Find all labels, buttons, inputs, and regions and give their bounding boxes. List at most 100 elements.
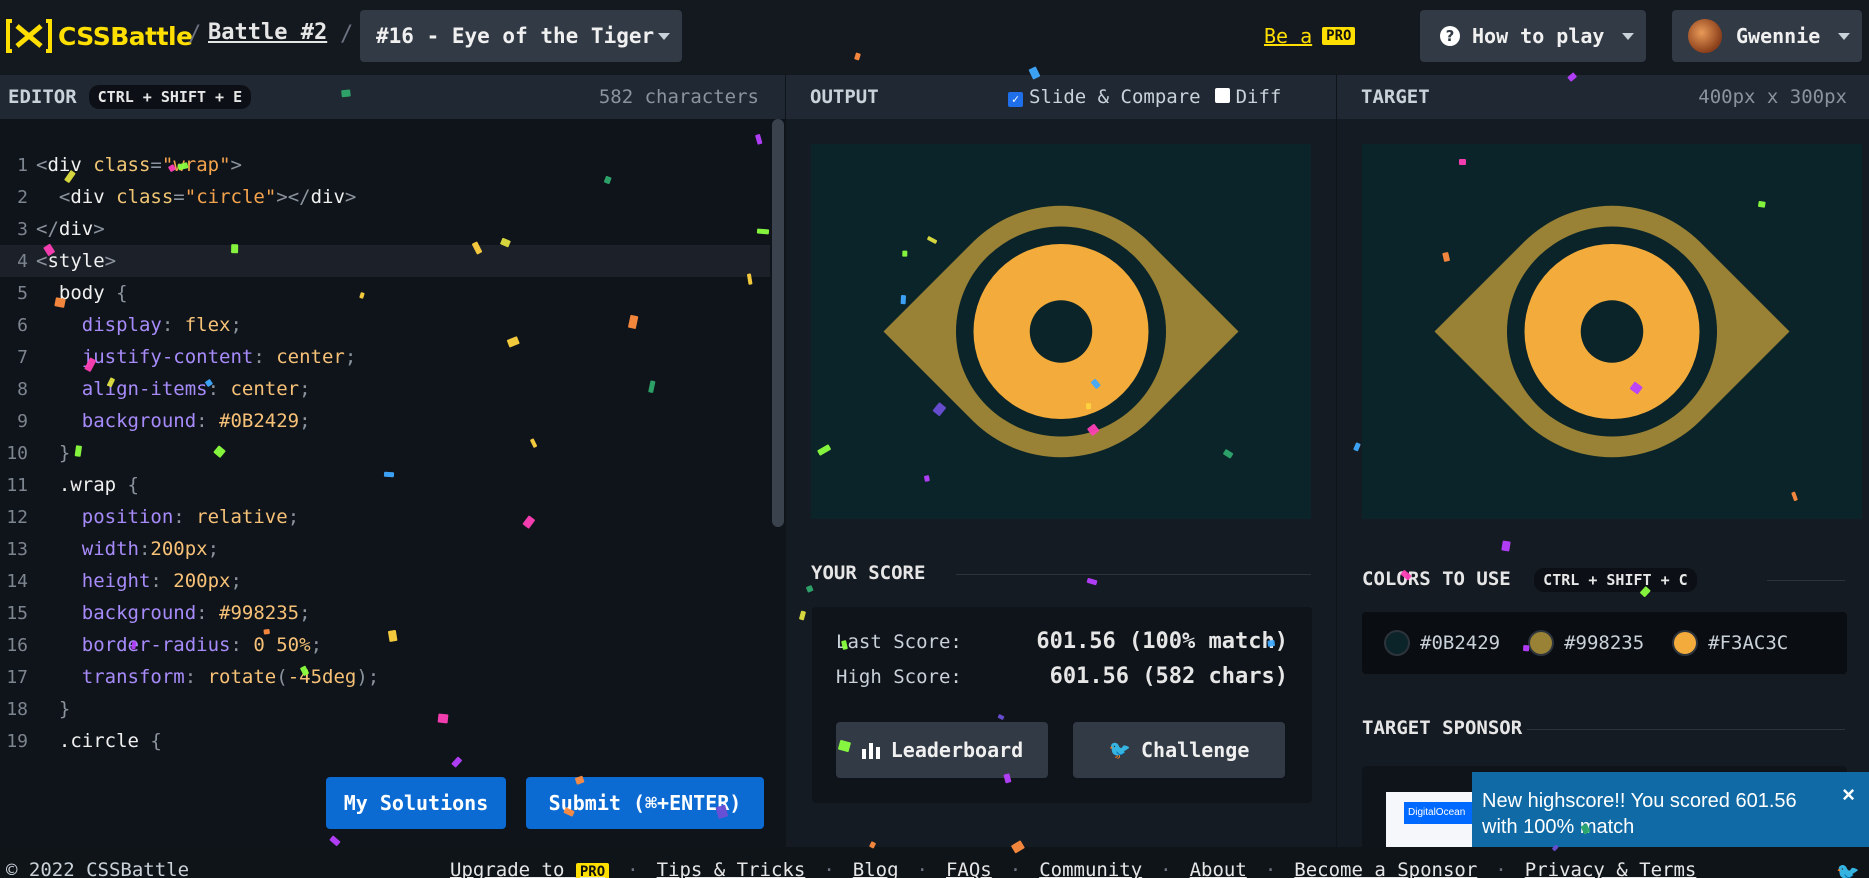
code-line[interactable]: 12 position: relative; bbox=[0, 501, 770, 533]
code-line[interactable]: 9 background: #0B2429; bbox=[0, 405, 770, 437]
confetti-piece bbox=[923, 475, 930, 483]
submit-button[interactable]: Submit (⌘+ENTER) bbox=[526, 777, 764, 829]
target-canvas[interactable] bbox=[1362, 144, 1862, 519]
line-number: 8 bbox=[17, 378, 28, 400]
diff-toggle[interactable]: Diff bbox=[1214, 86, 1281, 108]
color-swatch-item[interactable]: #F3AC3C bbox=[1672, 630, 1788, 656]
footer-link[interactable]: Tips & Tricks bbox=[657, 859, 806, 878]
sponsor-title: TARGET SPONSOR bbox=[1362, 717, 1523, 739]
high-score-label: High Score: bbox=[836, 665, 962, 688]
code-lines[interactable]: 1 < div class = "wrap" >2 < div class = "circle"… bbox=[0, 149, 770, 757]
be-a-pro-link[interactable]: Be a PRO bbox=[1264, 24, 1356, 48]
code-token: { bbox=[116, 282, 128, 304]
code-line[interactable]: 1 < div class = "wrap" > bbox=[0, 149, 770, 181]
close-icon[interactable]: × bbox=[1842, 782, 1855, 808]
leaderboard-button[interactable]: Leaderboard bbox=[836, 722, 1048, 778]
color-hex[interactable]: #998235 bbox=[1564, 632, 1644, 654]
target-select[interactable]: #16 - Eye of the Tiger bbox=[360, 10, 682, 62]
footer-separator: · bbox=[1264, 859, 1277, 878]
color-hex[interactable]: #0B2429 bbox=[1420, 632, 1500, 654]
line-number: 14 bbox=[6, 570, 28, 592]
how-to-play-button[interactable]: ? How to play bbox=[1420, 10, 1646, 62]
code-token: ; bbox=[287, 506, 300, 528]
code-line[interactable]: 5 body { bbox=[0, 277, 770, 309]
code-token: ; bbox=[344, 346, 357, 368]
code-token: center bbox=[276, 346, 345, 368]
battle-link[interactable]: Battle #2 bbox=[208, 20, 327, 45]
output-canvas[interactable] bbox=[811, 144, 1311, 519]
footer-link[interactable]: FAQs bbox=[946, 859, 992, 878]
avatar bbox=[1688, 19, 1722, 53]
footer-link-upgrade[interactable]: Upgrade to PRO bbox=[450, 859, 610, 878]
leaderboard-label: Leaderboard bbox=[890, 738, 1024, 762]
code-line[interactable]: 19 .circle { bbox=[0, 725, 770, 757]
code-line[interactable]: 7 justify-content: center; bbox=[0, 341, 770, 373]
code-token: < bbox=[36, 186, 71, 208]
code-token: > bbox=[344, 186, 357, 208]
slide-compare-toggle[interactable]: Slide & Compare bbox=[1008, 86, 1201, 108]
code-line[interactable]: 4 < style > bbox=[0, 245, 770, 277]
line-number: 5 bbox=[17, 282, 28, 304]
checkbox-checked-icon[interactable] bbox=[1008, 91, 1023, 107]
code-token: "circle" bbox=[184, 186, 277, 208]
footer-separator: · bbox=[1160, 859, 1172, 878]
logo-text: CSSBattle bbox=[58, 21, 193, 51]
code-token: -45deg bbox=[287, 666, 357, 688]
color-swatch-item[interactable]: #0B2429 bbox=[1384, 630, 1500, 656]
line-number: 3 bbox=[17, 218, 28, 240]
code-token: style bbox=[47, 250, 105, 272]
cssbattle-logo[interactable]: CSSBattle bbox=[6, 18, 193, 54]
line-number: 9 bbox=[17, 410, 28, 432]
code-line[interactable]: 8 align-items: center; bbox=[0, 373, 770, 405]
editor-shortcut: CTRL + SHIFT + E bbox=[88, 85, 252, 109]
code-line[interactable]: 3 </div > bbox=[0, 213, 770, 245]
checkbox-icon[interactable] bbox=[1214, 88, 1230, 103]
code-line[interactable]: 10 } bbox=[0, 437, 770, 469]
top-bar: CSSBattle / Battle #2 / #16 - Eye of the… bbox=[0, 0, 1869, 75]
code-line[interactable]: 17 transform: rotate(-45deg); bbox=[0, 661, 770, 693]
footer-link[interactable]: Privacy & Terms bbox=[1525, 859, 1697, 878]
confetti-piece bbox=[1085, 402, 1092, 410]
code-token: ; bbox=[207, 538, 220, 560]
color-swatch[interactable] bbox=[1672, 630, 1699, 656]
code-editor[interactable]: 1 < div class = "wrap" >2 < div class = "circle"… bbox=[0, 119, 785, 847]
code-token: width bbox=[36, 538, 139, 560]
code-line[interactable]: 14 height: 200px; bbox=[0, 565, 770, 597]
editor-scrollbar[interactable] bbox=[772, 119, 784, 527]
footer-link[interactable]: Community bbox=[1039, 859, 1142, 878]
logo-icon bbox=[6, 19, 52, 53]
line-number: 11 bbox=[6, 474, 28, 496]
color-swatch[interactable] bbox=[1528, 630, 1555, 656]
code-token: ; bbox=[299, 410, 311, 432]
code-line[interactable]: 13 width:200px; bbox=[0, 533, 770, 565]
color-hex[interactable]: #F3AC3C bbox=[1708, 632, 1788, 654]
code-token: 0 50% bbox=[253, 634, 311, 656]
confetti-piece bbox=[54, 297, 66, 309]
code-line[interactable]: 6 display: flex; bbox=[0, 309, 770, 341]
line-number: 16 bbox=[6, 634, 28, 656]
code-token: = bbox=[173, 186, 185, 208]
footer-link[interactable]: Become a Sponsor bbox=[1294, 859, 1477, 878]
score-box: Last Score: 601.56 (100% match) High Sco… bbox=[812, 607, 1312, 803]
code-line[interactable]: 18 } bbox=[0, 693, 770, 725]
sponsor-logo: DigitalOcean bbox=[1404, 802, 1482, 824]
my-solutions-button[interactable]: My Solutions bbox=[326, 777, 506, 829]
footer-link[interactable]: About bbox=[1190, 859, 1247, 878]
code-line[interactable]: 15 background: #998235; bbox=[0, 597, 770, 629]
challenge-button[interactable]: 🐦 Challenge bbox=[1073, 722, 1285, 778]
user-menu[interactable]: Gwennie bbox=[1672, 10, 1862, 62]
code-token: flex bbox=[184, 314, 231, 336]
color-swatch-item[interactable]: #998235 bbox=[1528, 630, 1644, 656]
code-line[interactable]: 16 border-radius: 0 50%; bbox=[0, 629, 770, 661]
color-swatch[interactable] bbox=[1384, 630, 1410, 656]
twitter-icon[interactable]: 🐦 bbox=[1836, 861, 1860, 878]
confetti-piece bbox=[1267, 639, 1276, 647]
code-token: div bbox=[70, 186, 117, 208]
high-score-value: 601.56 (582 chars) bbox=[1049, 664, 1288, 689]
code-token: class bbox=[93, 154, 151, 176]
footer-link[interactable]: Blog bbox=[853, 859, 899, 878]
code-line[interactable]: 2 < div class = "circle" ></div > bbox=[0, 181, 770, 213]
output-header: OUTPUT Slide & Compare Diff bbox=[786, 75, 1336, 119]
code-token: justify-content bbox=[36, 346, 254, 368]
footer: © 2022 CSSBattle Upgrade to PRO · Tips & … bbox=[0, 847, 1869, 878]
